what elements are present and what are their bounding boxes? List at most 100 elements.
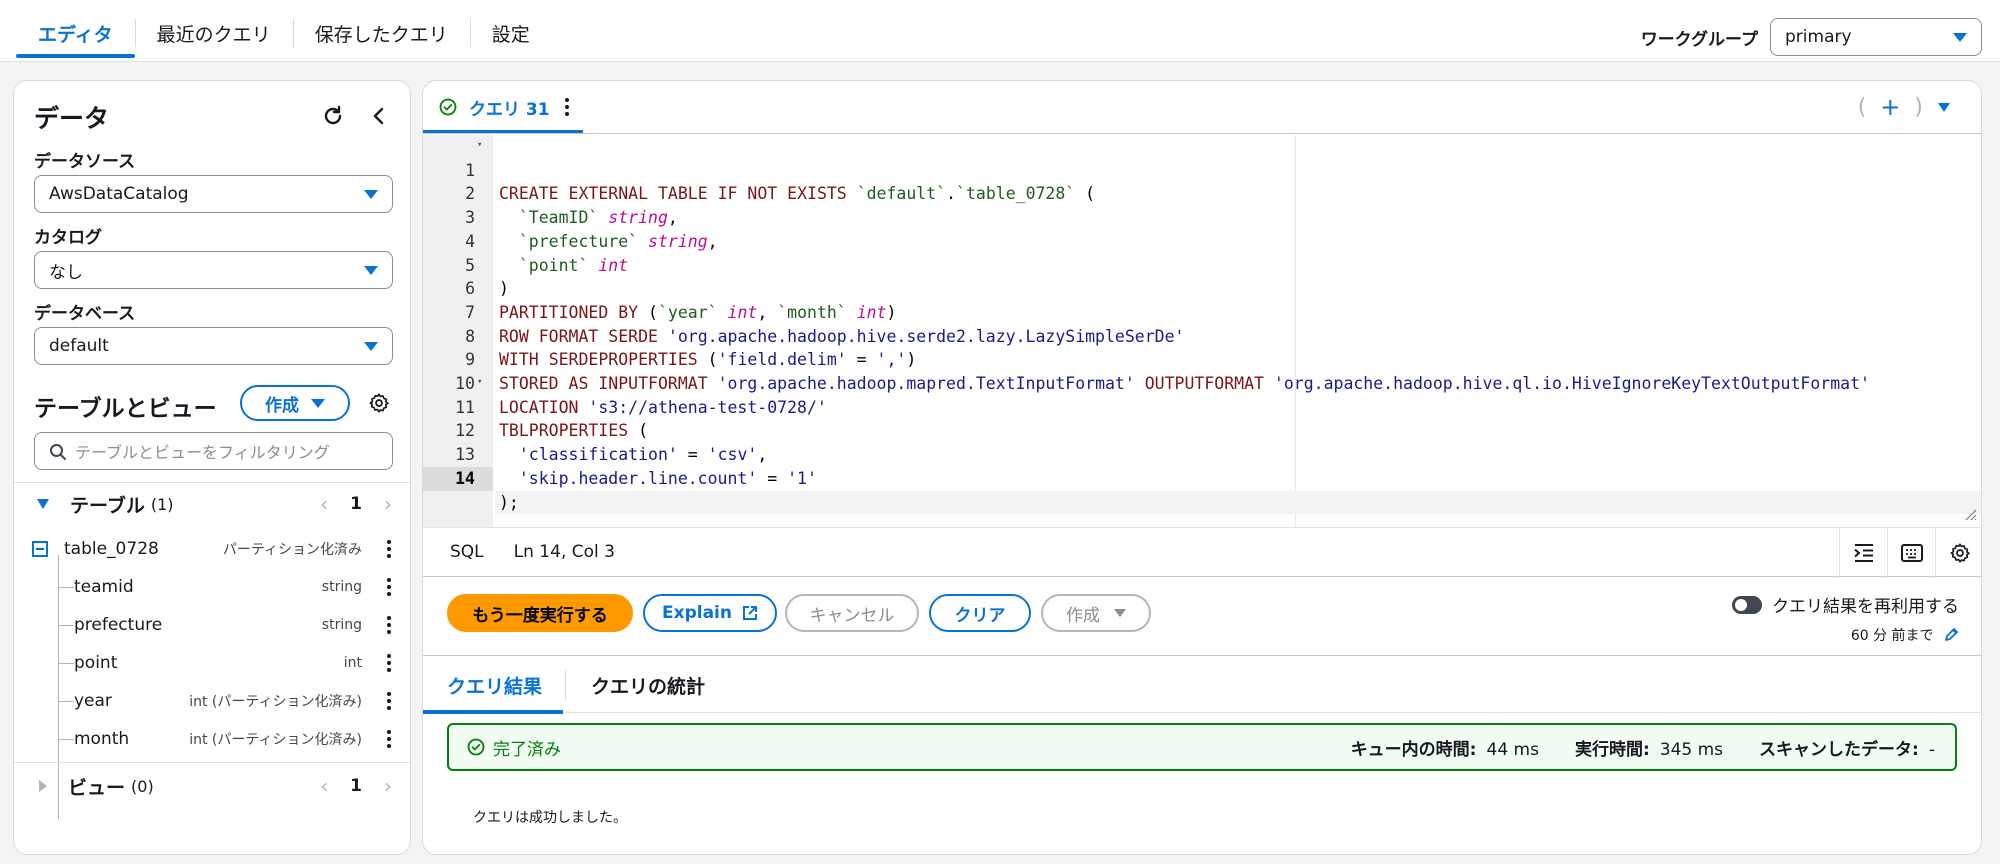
rerun-button[interactable]: もう一度実行する <box>447 594 633 632</box>
cancel-button[interactable]: キャンセル <box>785 594 919 632</box>
column-name: teamid <box>74 577 134 597</box>
kebab-menu-icon[interactable] <box>386 540 392 558</box>
column-name: prefecture <box>74 615 163 635</box>
editor-language: SQL <box>450 542 484 562</box>
prev-page-icon[interactable]: ‹ <box>320 774 328 798</box>
clear-button[interactable]: クリア <box>929 594 1031 632</box>
table-name: table_0728 <box>64 539 159 559</box>
reuse-results-toggle[interactable] <box>1732 595 1762 614</box>
column-item[interactable]: prefecture string <box>14 606 410 644</box>
reuse-results: クエリ結果を再利用する 60 分 前まで <box>1732 592 1959 645</box>
next-page-icon[interactable]: › <box>384 774 392 798</box>
caret-down-icon <box>1114 609 1126 617</box>
results-tab-underline <box>423 710 563 714</box>
table-filter-input[interactable]: テーブルとビューをフィルタリング <box>34 432 393 470</box>
explain-button-label: Explain <box>662 603 732 623</box>
kebab-menu-icon[interactable] <box>386 616 392 634</box>
top-tabs: エディタ 最近のクエリ 保存したクエリ 設定 <box>16 10 552 58</box>
keyboard-icon[interactable] <box>1887 528 1935 578</box>
code-line: 13 'skip.header.line.count' = '1' <box>423 419 1981 488</box>
editor-settings-gear-icon[interactable] <box>1935 528 1981 578</box>
kebab-menu-icon[interactable] <box>386 654 392 672</box>
catalog-value: なし <box>49 262 83 283</box>
tables-group-header[interactable]: テーブル (1) ‹ 1 › <box>14 484 410 524</box>
data-source-select[interactable]: AwsDataCatalog <box>34 175 393 213</box>
check-circle-icon <box>439 98 457 116</box>
code-line: 9 STORED AS INPUTFORMAT 'org.apache.hado… <box>423 325 1981 393</box>
create-button-label: 作成 <box>265 395 299 416</box>
tab-saved-queries[interactable]: 保存したクエリ <box>292 10 470 56</box>
catalog-label: カタログ <box>34 228 102 248</box>
external-link-icon <box>742 606 757 620</box>
column-item[interactable]: year int (パーティション化済み) <box>14 682 410 720</box>
code-line-text: ); <box>495 490 1981 515</box>
views-group-label: ビュー <box>68 776 126 799</box>
query-tab[interactable]: クエリ 31 <box>435 81 595 133</box>
tree-branch-line <box>58 625 74 626</box>
code-line: 6 PARTITIONED BY (`year` int, `month` in… <box>423 254 1981 322</box>
kebab-menu-icon[interactable] <box>386 730 392 748</box>
tab-query-stats[interactable]: クエリの統計 <box>591 656 705 714</box>
column-item[interactable]: point int <box>14 644 410 682</box>
tab-editor[interactable]: エディタ <box>16 10 135 58</box>
catalog-select[interactable]: なし <box>34 251 393 289</box>
sql-code-editor[interactable]: 1 ▾ CREATE EXTERNAL TABLE IF NOT EXISTS `… <box>423 135 1981 527</box>
run-time-label: 実行時間: <box>1574 739 1650 760</box>
column-item[interactable]: month int (パーティション化済み) <box>14 720 410 758</box>
resize-handle-icon[interactable] <box>1963 507 1977 521</box>
explain-button[interactable]: Explain <box>643 594 777 632</box>
edit-pencil-icon[interactable] <box>1944 627 1959 642</box>
data-panel: データ データソース AwsDataCatalog カタログ なし データベース… <box>13 80 411 855</box>
column-item[interactable]: teamid string <box>14 568 410 606</box>
database-select[interactable]: default <box>34 327 393 365</box>
run-time-value: 345 ms <box>1659 739 1724 760</box>
views-page-number[interactable]: 1 <box>350 776 362 796</box>
caret-down-icon <box>1953 33 1967 42</box>
collapse-square-icon[interactable] <box>32 541 48 557</box>
divider <box>14 482 410 483</box>
column-name: year <box>74 691 112 711</box>
editor-status-bar: SQL Ln 14, Col 3 <box>423 527 1981 578</box>
collapse-panel-icon[interactable] <box>364 101 394 131</box>
kebab-menu-icon[interactable] <box>386 692 392 710</box>
tables-group-count: (1) <box>150 494 174 514</box>
tab-recent-queries[interactable]: 最近のクエリ <box>134 10 293 56</box>
tables-page-number[interactable]: 1 <box>350 494 362 514</box>
query-status-alert: 完了済み キュー内の時間: 44 ms 実行時間: 345 ms スキャンしたデータ… <box>447 723 1957 771</box>
caret-down-icon <box>364 190 378 199</box>
add-query-tab-icon[interactable]: + <box>1880 93 1900 121</box>
reuse-window-text: 60 分 前まで <box>1850 628 1934 644</box>
data-source-value: AwsDataCatalog <box>49 184 189 204</box>
query-tab-menu-icon[interactable] <box>564 98 570 116</box>
code-line: 12 'classification' = 'csv', <box>423 396 1981 464</box>
column-type: string <box>321 617 362 633</box>
database-label: データベース <box>34 304 136 324</box>
prev-page-icon[interactable]: ‹ <box>320 492 328 516</box>
search-icon <box>50 444 66 460</box>
create-dropdown-button[interactable]: 作成 <box>1041 594 1151 632</box>
refresh-icon[interactable] <box>318 101 348 131</box>
views-group-count: (0) <box>131 776 154 796</box>
check-circle-icon <box>467 738 485 756</box>
workgroup-select[interactable]: primary <box>1770 18 1982 56</box>
table-item[interactable]: table_0728 パーティション化済み <box>14 530 410 568</box>
create-button[interactable]: 作成 <box>240 385 350 421</box>
scanned-data-value: - <box>1928 739 1935 760</box>
divider <box>423 133 1981 134</box>
format-indent-icon[interactable] <box>1839 528 1887 578</box>
query-status-text: 完了済み <box>493 739 561 760</box>
tab-scroll-left-icon[interactable]: ( <box>1858 95 1867 120</box>
data-source-label: データソース <box>34 152 136 172</box>
kebab-menu-icon[interactable] <box>386 578 392 596</box>
reuse-results-label: クエリ結果を再利用する <box>1772 597 1959 617</box>
views-group-header[interactable]: ビュー (0) ‹ 1 › <box>14 766 410 806</box>
settings-gear-icon[interactable] <box>364 388 394 418</box>
workgroup-label: ワークグループ <box>1640 29 1758 50</box>
tab-menu-caret-icon[interactable] <box>1937 102 1951 113</box>
column-type: int (パーティション化済み) <box>189 732 362 748</box>
tab-scroll-right-icon[interactable]: ) <box>1914 95 1923 120</box>
tab-query-results[interactable]: クエリ結果 <box>447 656 542 714</box>
tab-settings[interactable]: 設定 <box>469 10 552 56</box>
workgroup-value: primary <box>1785 27 1852 47</box>
next-page-icon[interactable]: › <box>384 492 392 516</box>
